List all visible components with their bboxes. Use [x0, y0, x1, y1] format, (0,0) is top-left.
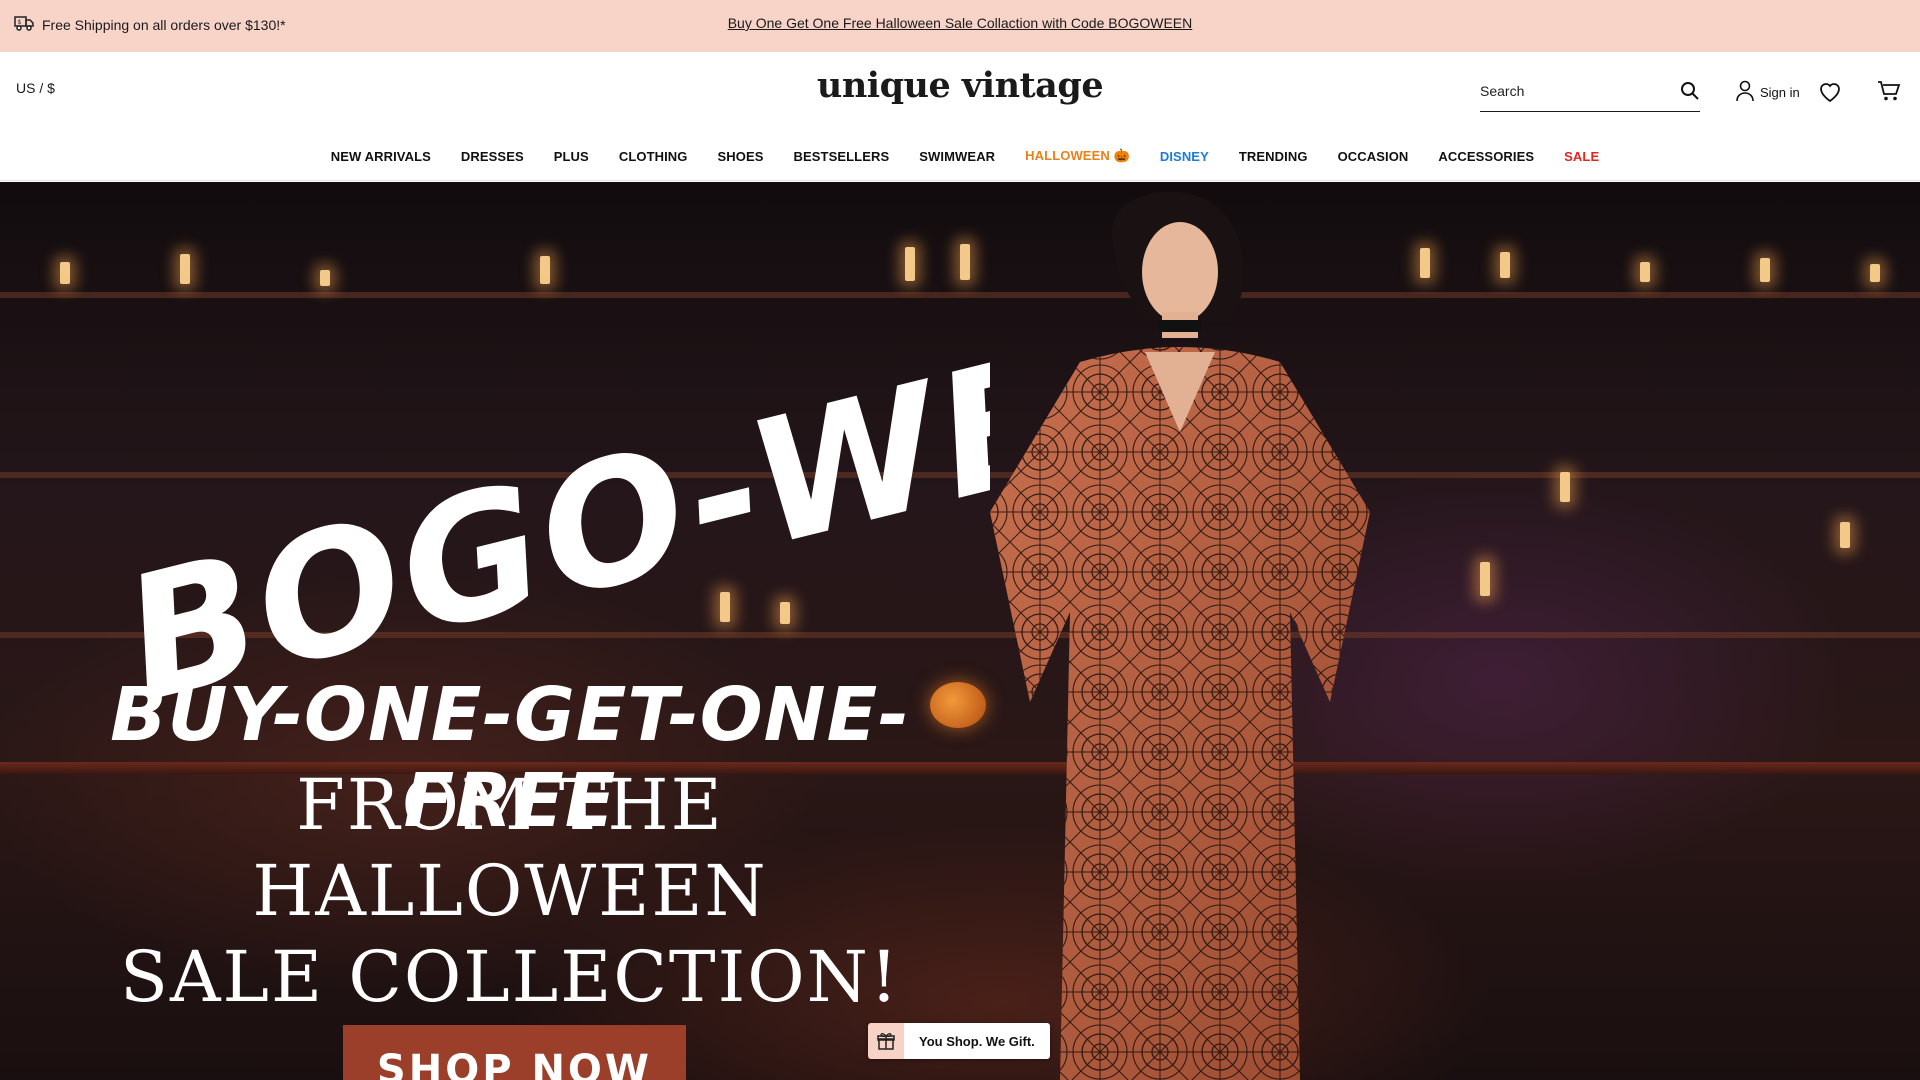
hero-title-graphic: BOGO-WEEN — [106, 302, 990, 722]
nav-item-plus[interactable]: PLUS — [554, 149, 589, 164]
hero-line-2: SALE COLLECTION! — [119, 936, 901, 1018]
nav-item-new-arrivals[interactable]: NEW ARRIVALS — [331, 149, 431, 164]
nav-item-swimwear[interactable]: SWIMWEAR — [919, 149, 995, 164]
hero-line-1: FROM THE HALLOWEEN — [252, 764, 768, 932]
nav-item-occasion[interactable]: OCCASION — [1338, 149, 1409, 164]
site-header: US / $ unique vintage Sign in — [0, 52, 1920, 132]
nav-item-bestsellers[interactable]: BESTSELLERS — [794, 149, 890, 164]
site-logo[interactable]: unique vintage — [817, 65, 1104, 106]
cart-icon[interactable] — [1877, 80, 1901, 107]
announcement-bar: $ Free Shipping on all orders over $130!… — [0, 0, 1920, 52]
nav-item-trending[interactable]: TRENDING — [1239, 149, 1308, 164]
model-face — [1142, 222, 1218, 322]
nav-item-sale[interactable]: SALE — [1564, 149, 1599, 164]
candle — [320, 270, 330, 286]
search-box — [1480, 80, 1700, 112]
main-nav: NEW ARRIVALS DRESSES PLUS CLOTHING SHOES… — [0, 132, 1920, 181]
sign-in-label: Sign in — [1760, 85, 1800, 100]
candle — [1500, 252, 1510, 278]
nav-item-accessories[interactable]: ACCESSORIES — [1438, 149, 1534, 164]
search-icon[interactable] — [1680, 80, 1700, 105]
candle — [1870, 264, 1880, 282]
hero-banner[interactable]: BOGO-WEEN BUY-ONE-GET-ONE-FREE FROM THE … — [0, 182, 1920, 1080]
gift-widget-label: You Shop. We Gift. — [904, 1023, 1050, 1059]
candle — [180, 254, 190, 284]
user-icon — [1736, 80, 1754, 105]
wishlist-heart-icon[interactable] — [1818, 81, 1842, 108]
sign-in-link[interactable]: Sign in — [1736, 80, 1800, 105]
candle — [905, 247, 915, 281]
hero-title: BOGO-WEEN — [106, 302, 990, 722]
promo-banner: Buy One Get One Free Halloween Sale Coll… — [0, 15, 1920, 31]
model-choker — [1158, 320, 1202, 332]
shop-now-button[interactable]: SHOP NOW — [343, 1025, 686, 1080]
candle — [1640, 262, 1650, 282]
hero-collection-text: FROM THE HALLOWEEN SALE COLLECTION! — [60, 762, 960, 1020]
nav-item-shoes[interactable]: SHOES — [718, 149, 764, 164]
nav-item-clothing[interactable]: CLOTHING — [619, 149, 688, 164]
candle — [540, 256, 550, 284]
candle — [60, 262, 70, 284]
candle — [1560, 472, 1570, 502]
candle — [1840, 522, 1850, 548]
spiderweb-pattern — [990, 347, 1370, 1080]
gift-widget[interactable]: You Shop. We Gift. — [868, 1023, 1050, 1059]
search-input[interactable] — [1480, 80, 1665, 102]
nav-item-halloween[interactable]: HALLOWEEN 🎃 — [1025, 148, 1130, 164]
candle — [1760, 258, 1770, 282]
model-photo — [990, 191, 1370, 1080]
nav-item-disney[interactable]: DISNEY — [1160, 149, 1209, 164]
nav-item-dresses[interactable]: DRESSES — [461, 149, 524, 164]
candle — [1480, 562, 1490, 596]
gift-icon — [868, 1023, 904, 1059]
promo-link[interactable]: Buy One Get One Free Halloween Sale Coll… — [728, 15, 1193, 31]
